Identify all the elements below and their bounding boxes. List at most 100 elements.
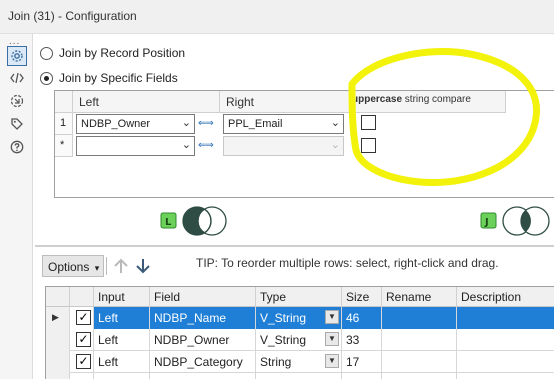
join-by-fields-option[interactable]: Join by Specific Fields xyxy=(40,71,178,85)
options-button[interactable]: Options ▾ xyxy=(42,255,104,277)
row-pointer-icon: ▶ xyxy=(52,312,59,322)
description-cell[interactable] xyxy=(457,307,554,329)
panel-divider[interactable] xyxy=(35,245,554,247)
input-cell: Left xyxy=(94,329,150,351)
type-cell[interactable]: V_String ▼ xyxy=(256,329,342,351)
chevron-down-icon: ⌄ xyxy=(181,117,191,129)
include-field-checkbox[interactable]: ✓ xyxy=(76,332,91,347)
description-cell[interactable] xyxy=(457,329,554,351)
left-field-value: NDBP_Owner xyxy=(81,118,151,130)
checkbox-cell: ✓ xyxy=(70,329,94,351)
join-fields-grid: Left Right uppercase string compare 1 ND… xyxy=(54,90,554,198)
table-row[interactable]: ✓ Left NDBP_Category String ▼ 17 xyxy=(46,351,554,373)
left-field-select[interactable]: NDBP_Owner ⌄ xyxy=(76,114,195,134)
radio-join-by-fields[interactable] xyxy=(40,71,53,85)
field-column-header[interactable]: Field xyxy=(150,287,256,307)
field-selection-table: Input Field Type Size Rename Description… xyxy=(45,286,554,379)
row-pointer-header xyxy=(46,287,70,307)
swap-arrows-icon[interactable]: ⇐⇒ xyxy=(198,140,214,151)
join-output-venn-icon: J xyxy=(480,206,550,236)
type-dropdown-icon[interactable]: ▼ xyxy=(325,310,339,324)
type-dropdown-icon[interactable]: ▼ xyxy=(325,354,339,368)
row-pointer-cell: ▶ xyxy=(46,307,70,329)
workflow-icon[interactable] xyxy=(7,91,27,111)
right-column-header: Right xyxy=(226,95,255,109)
rename-cell[interactable] xyxy=(382,307,457,329)
left-output-venn-icon: L xyxy=(160,206,227,236)
grid-corner xyxy=(55,91,73,113)
row-pointer-cell xyxy=(46,351,70,373)
left-column-header: Left xyxy=(73,91,220,113)
checkbox-cell: ✓ xyxy=(70,351,94,373)
options-label: Options xyxy=(48,260,90,274)
input-column-header[interactable]: Input xyxy=(94,287,150,307)
row-number: 1 xyxy=(55,113,73,135)
rename-cell[interactable] xyxy=(382,329,457,351)
checkbox-cell xyxy=(70,373,94,379)
size-cell xyxy=(342,373,382,379)
type-value: V_String xyxy=(260,311,307,325)
side-toolbar: ... xyxy=(0,34,33,379)
right-field-select[interactable]: PPL_Email ⌄ xyxy=(223,114,344,134)
chevron-down-icon: ⌄ xyxy=(330,117,340,129)
field-cell: NDBP_Category xyxy=(150,351,256,373)
table-row[interactable]: ✓ Left NDBP_Owner V_String ▼ 33 xyxy=(46,329,554,351)
right-field-select: ⌄ xyxy=(223,136,344,156)
input-cell xyxy=(94,373,150,379)
chevron-down-icon: ⌄ xyxy=(330,139,340,151)
gear-icon[interactable] xyxy=(7,46,27,66)
window-title: Join (31) - Configuration xyxy=(8,9,137,23)
description-cell[interactable] xyxy=(457,351,554,373)
include-field-checkbox[interactable]: ✓ xyxy=(76,310,91,325)
type-value: String xyxy=(260,355,292,369)
compare-header-text: string compare xyxy=(402,94,471,105)
row-number: * xyxy=(55,135,73,157)
join-by-position-label: Join by Record Position xyxy=(59,46,186,60)
checkbox-cell: ✓ xyxy=(70,307,94,329)
code-icon[interactable] xyxy=(7,68,27,88)
include-field-checkbox[interactable]: ✓ xyxy=(76,354,91,369)
uppercase-compare-checkbox[interactable] xyxy=(361,115,376,130)
row-pointer-cell xyxy=(46,373,70,379)
type-cell xyxy=(256,373,342,379)
join-by-fields-label: Join by Specific Fields xyxy=(59,71,178,85)
input-cell: Left xyxy=(94,351,150,373)
type-column-header[interactable]: Type xyxy=(256,287,342,307)
size-column-header[interactable]: Size xyxy=(342,287,382,307)
left-field-select[interactable]: ⌄ xyxy=(76,136,195,156)
input-cell: Left xyxy=(94,307,150,329)
compare-header-bold: uppercase xyxy=(352,94,403,105)
type-value: V_String xyxy=(260,333,307,347)
size-cell[interactable]: 17 xyxy=(342,351,382,373)
rename-cell[interactable] xyxy=(382,351,457,373)
caret-down-icon: ▾ xyxy=(94,263,100,273)
radio-join-by-position[interactable] xyxy=(40,46,53,60)
help-icon[interactable] xyxy=(7,137,27,157)
type-cell[interactable]: String ▼ xyxy=(256,351,342,373)
uppercase-compare-checkbox[interactable] xyxy=(361,138,376,153)
left-badge-text: L xyxy=(165,217,172,228)
swap-arrows-icon[interactable]: ⇐⇒ xyxy=(198,118,214,129)
type-cell[interactable]: V_String ▼ xyxy=(256,307,342,329)
join-by-position-option[interactable]: Join by Record Position xyxy=(40,46,185,60)
compare-column-header: uppercase string compare xyxy=(350,91,506,113)
chevron-down-icon: ⌄ xyxy=(181,139,191,151)
move-down-arrow-icon[interactable] xyxy=(134,257,152,275)
toolbar-separator xyxy=(106,257,107,275)
options-toolbar: Options ▾ TIP: To reorder multiple rows:… xyxy=(40,253,554,279)
type-dropdown-icon[interactable]: ▼ xyxy=(325,332,339,346)
description-column-header[interactable]: Description xyxy=(457,287,554,307)
table-row[interactable] xyxy=(46,373,554,379)
size-cell[interactable]: 33 xyxy=(342,329,382,351)
size-cell[interactable]: 46 xyxy=(342,307,382,329)
rename-column-header[interactable]: Rename xyxy=(382,287,457,307)
field-cell xyxy=(150,373,256,379)
rename-cell xyxy=(382,373,457,379)
tag-icon[interactable] xyxy=(7,114,27,134)
right-field-value: PPL_Email xyxy=(228,118,283,130)
table-row[interactable]: ▶ ✓ Left NDBP_Name V_String ▼ 46 xyxy=(46,307,554,329)
field-cell: NDBP_Owner xyxy=(150,329,256,351)
reorder-tip: TIP: To reorder multiple rows: select, r… xyxy=(196,256,499,270)
join-badge-text: J xyxy=(484,217,489,228)
move-up-arrow-icon[interactable] xyxy=(112,257,130,275)
